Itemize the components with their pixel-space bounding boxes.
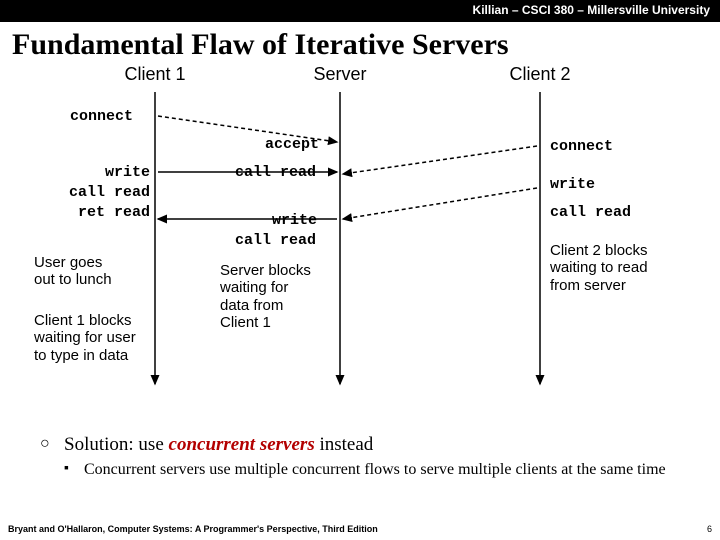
note-c1b: Client 1 blocks waiting for user to type… bbox=[34, 312, 136, 364]
c1-call-read: call read bbox=[55, 184, 150, 202]
bullet-concurrent-desc: Concurrent servers use multiple concurre… bbox=[64, 460, 694, 480]
srv-call-read-1: call read bbox=[235, 164, 316, 182]
emph-concurrent-servers: concurrent servers bbox=[169, 434, 315, 455]
c1-write: write bbox=[100, 164, 150, 182]
footer-citation: Bryant and O'Hallaron, Computer Systems:… bbox=[8, 524, 378, 534]
c1-ret-read: ret read bbox=[60, 204, 150, 222]
col-client1: Client 1 bbox=[110, 64, 200, 85]
c1-connect: connect bbox=[70, 108, 133, 126]
col-server: Server bbox=[300, 64, 380, 85]
header-text: Killian – CSCI 380 – Millersville Univer… bbox=[473, 3, 710, 17]
page-number: 6 bbox=[707, 524, 712, 534]
bullet-solution: Solution: use concurrent servers instead… bbox=[40, 434, 694, 480]
note-c1a: User goes out to lunch bbox=[34, 254, 112, 289]
c2-connect: connect bbox=[550, 138, 613, 156]
bullet-list: Solution: use concurrent servers instead… bbox=[0, 434, 720, 480]
srv-accept: accept bbox=[265, 136, 319, 154]
note-c2: Client 2 blocks waiting to read from ser… bbox=[550, 242, 648, 294]
col-client2: Client 2 bbox=[495, 64, 585, 85]
header-bar: Killian – CSCI 380 – Millersville Univer… bbox=[0, 0, 720, 22]
slide-title: Fundamental Flaw of Iterative Servers bbox=[0, 22, 720, 64]
note-srv: Server blocks waiting for data from Clie… bbox=[220, 262, 311, 331]
footer: Bryant and O'Hallaron, Computer Systems:… bbox=[8, 524, 712, 534]
sequence-diagram: Client 1 Server Client 2 connect write c… bbox=[0, 64, 720, 434]
srv-write: write bbox=[272, 212, 317, 230]
c2-call-read: call read bbox=[550, 204, 631, 222]
c2-write: write bbox=[550, 176, 595, 194]
srv-call-read-2: call read bbox=[235, 232, 316, 250]
